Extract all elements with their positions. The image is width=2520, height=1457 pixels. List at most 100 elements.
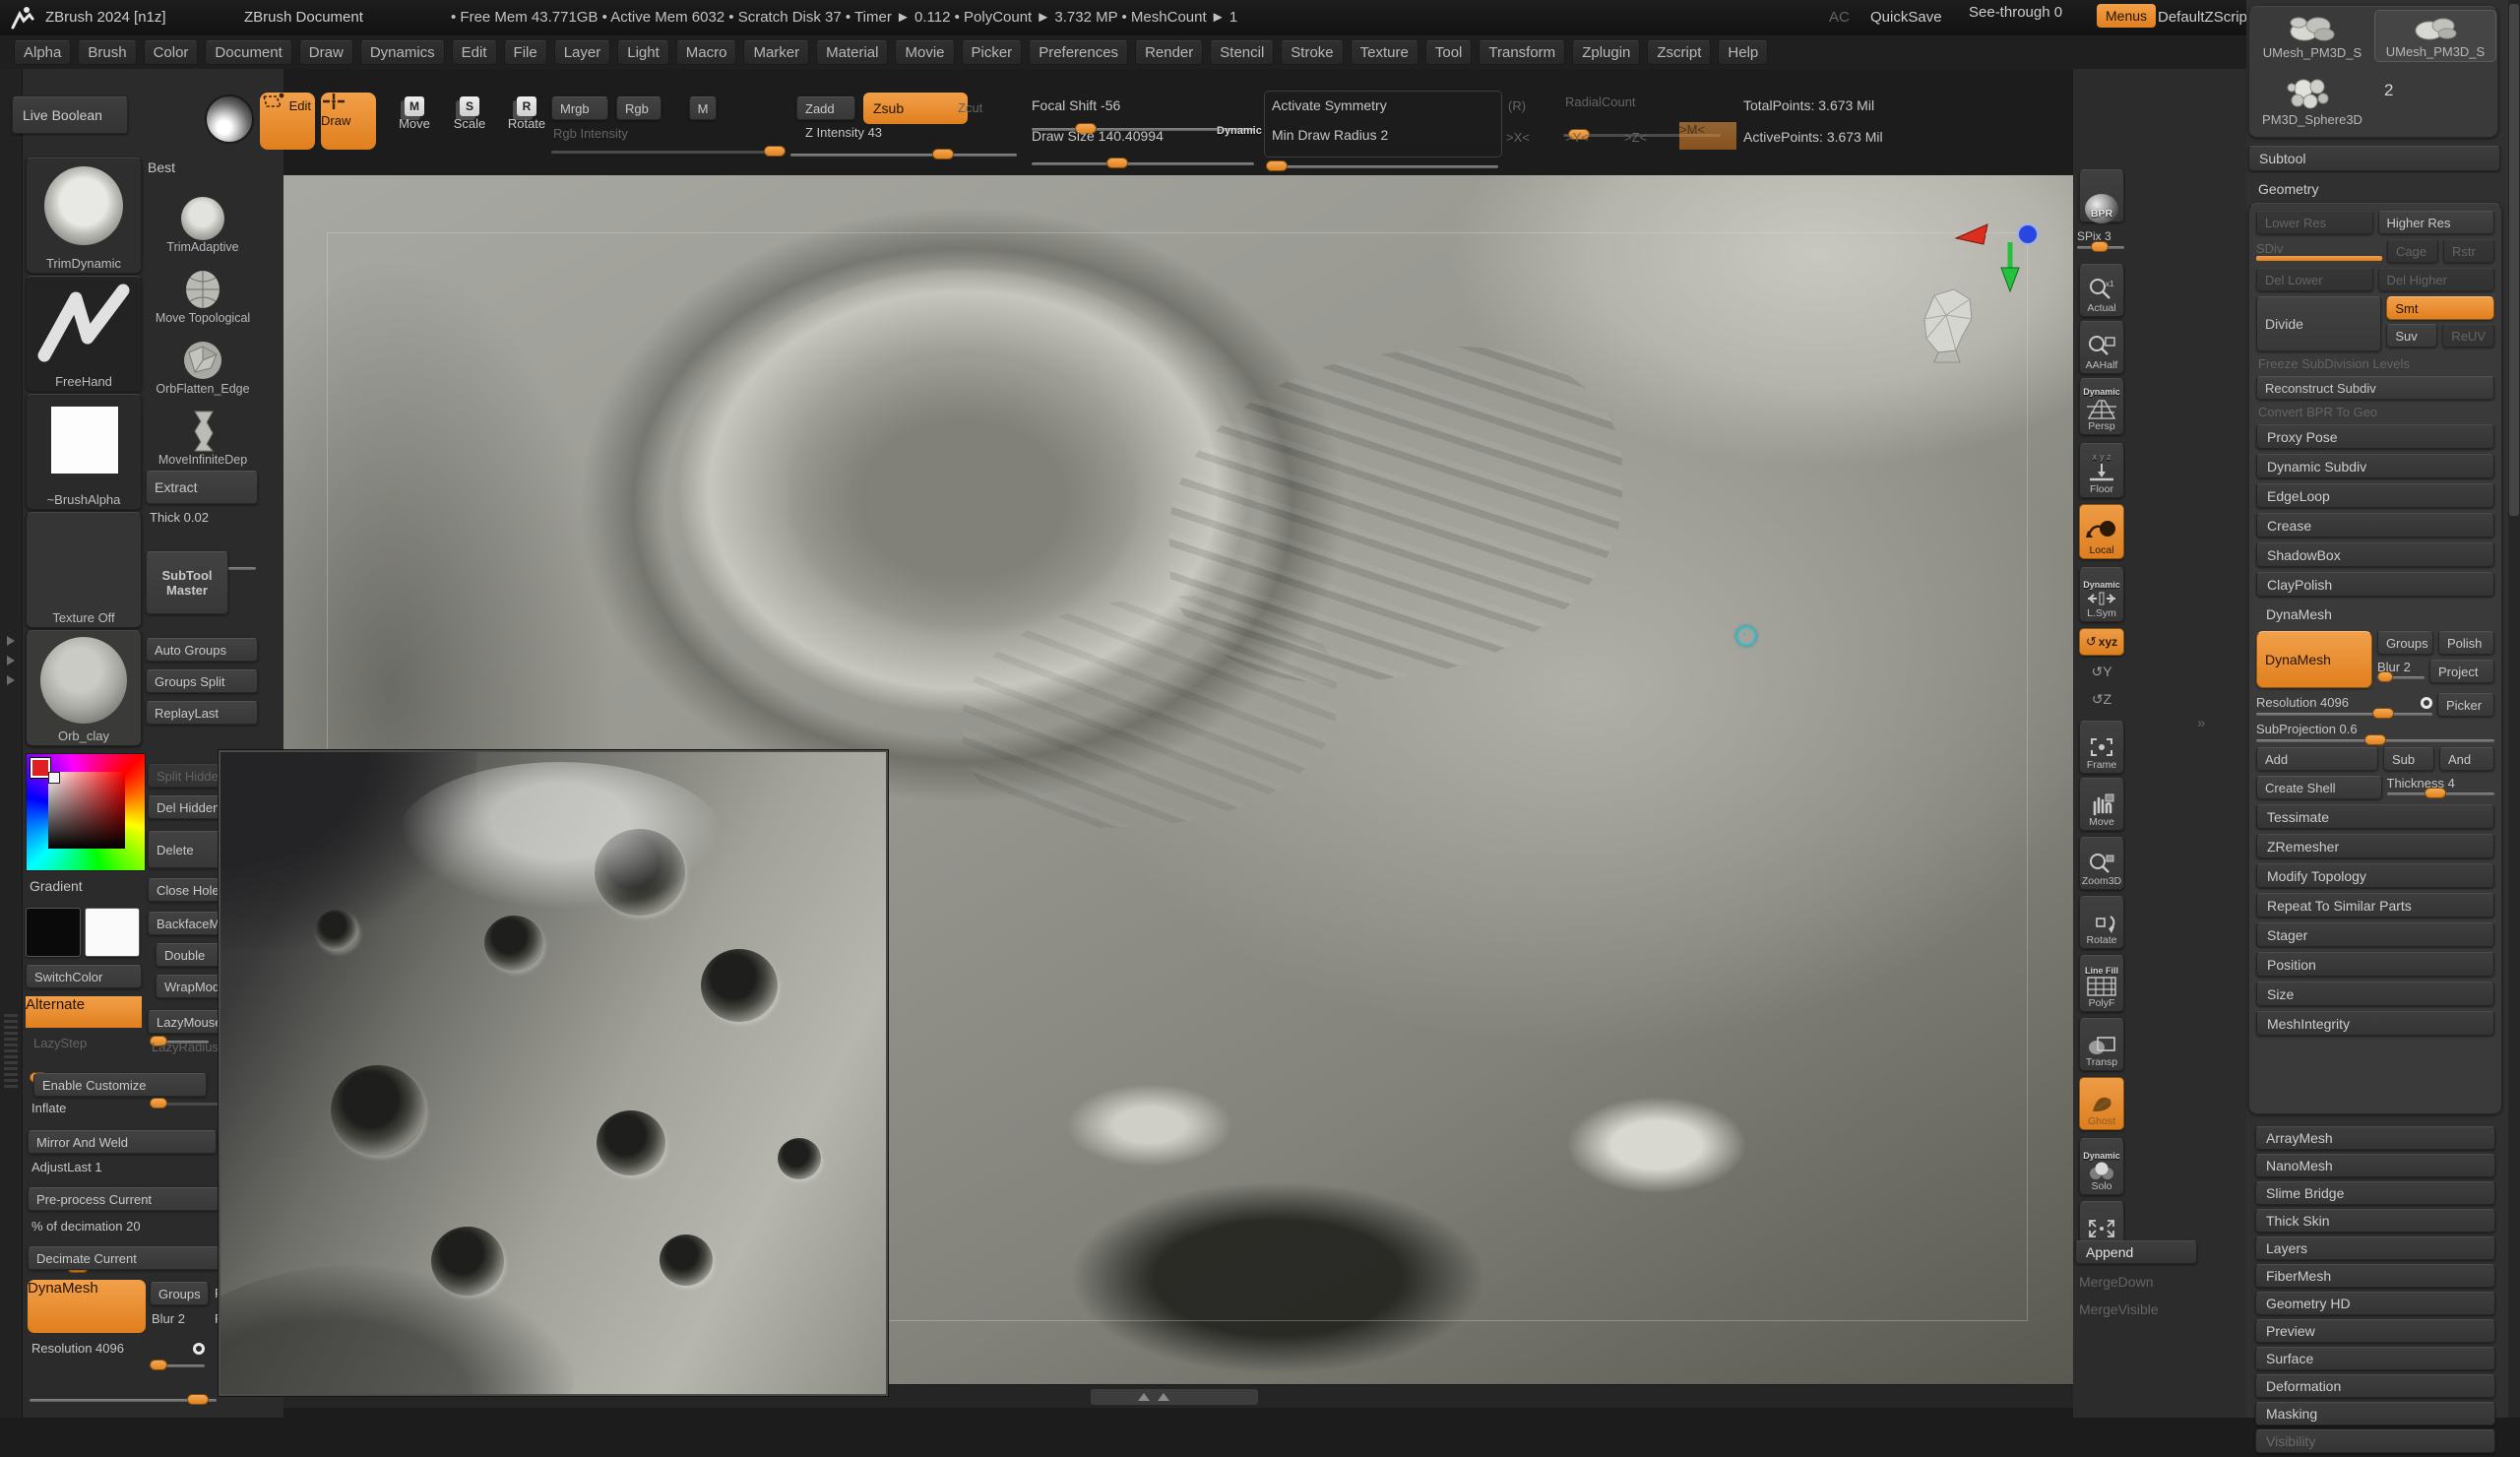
dynamesh-groups-toggle[interactable]: Groups: [2377, 631, 2433, 655]
section-nanomesh[interactable]: NanoMesh: [2255, 1154, 2495, 1177]
resolution-slider-left[interactable]: [30, 1399, 217, 1402]
right-panel-scrollbar-thumb[interactable]: [2509, 4, 2519, 516]
zsub-toggle[interactable]: Zsub: [863, 93, 968, 124]
preprocess-current-button[interactable]: Pre-process Current: [28, 1187, 220, 1211]
zoom3d-button[interactable]: Zoom3D: [2079, 837, 2124, 890]
geometry-palette-header[interactable]: Geometry: [2248, 177, 2500, 201]
ghost-transparency-button[interactable]: Ghost: [2079, 1077, 2124, 1130]
section-layers[interactable]: Layers: [2255, 1236, 2495, 1260]
section-arraymesh[interactable]: ArrayMesh: [2255, 1126, 2495, 1150]
boolean-sub-toggle[interactable]: Sub: [2383, 747, 2434, 771]
m-toggle[interactable]: M: [689, 96, 717, 120]
brush-trimdynamic[interactable]: TrimDynamic: [26, 158, 142, 274]
lower-res-button[interactable]: Lower Res: [2256, 211, 2373, 234]
thickness-slider[interactable]: [2387, 792, 2495, 795]
radial-symmetry-toggle[interactable]: (R): [1508, 98, 1526, 113]
rgb-toggle[interactable]: Rgb: [616, 96, 662, 120]
subprojection-slider-group[interactable]: SubProjection 0.6: [2256, 722, 2494, 742]
subprojection-slider[interactable]: [2256, 739, 2494, 742]
frame-button[interactable]: Frame: [2079, 721, 2124, 774]
merge-down-button[interactable]: MergeDown: [2079, 1274, 2153, 1290]
local-transform-button[interactable]: Local: [2079, 504, 2124, 559]
section-edgeloop[interactable]: EdgeLoop: [2256, 483, 2494, 508]
replay-last-button[interactable]: ReplayLast: [146, 701, 258, 725]
del-lower-button[interactable]: Del Lower: [2256, 268, 2373, 291]
z-intensity-slider[interactable]: [790, 154, 1017, 157]
rstr-toggle[interactable]: Rstr: [2443, 239, 2494, 263]
section-stager[interactable]: Stager: [2256, 922, 2494, 947]
move-canvas-button[interactable]: Move: [2079, 778, 2124, 831]
menu-render[interactable]: Render: [1135, 40, 1203, 65]
brush-move-topological[interactable]: Move Topological: [148, 268, 258, 325]
resolution-handle[interactable]: [2372, 708, 2394, 719]
tool-slot-2-selected[interactable]: UMesh_PM3D_S: [2374, 10, 2496, 62]
mirror-and-weld-button[interactable]: Mirror And Weld: [28, 1130, 217, 1154]
menu-color[interactable]: Color: [144, 40, 199, 65]
dynamesh-blur-handle[interactable]: [2377, 671, 2393, 682]
menu-stencil[interactable]: Stencil: [1210, 40, 1274, 65]
section-repeat-similar[interactable]: Repeat To Similar Parts: [2256, 893, 2494, 918]
section-size[interactable]: Size: [2256, 982, 2494, 1006]
menu-movie[interactable]: Movie: [895, 40, 954, 65]
left-tray-edge[interactable]: [0, 69, 23, 1418]
alpha-brushalpha[interactable]: ~BrushAlpha: [26, 394, 142, 510]
section-slime-bridge[interactable]: Slime Bridge: [2255, 1181, 2495, 1205]
section-visibility[interactable]: Visibility: [2255, 1429, 2495, 1453]
create-shell-button[interactable]: Create Shell: [2256, 776, 2382, 799]
higher-res-button[interactable]: Higher Res: [2378, 211, 2495, 234]
rotate-xyz-toggle[interactable]: ↺ xyz: [2079, 628, 2124, 656]
aahalf-button[interactable]: AAHalf: [2079, 321, 2124, 374]
dynamesh-blur-handle-left[interactable]: [150, 1360, 167, 1370]
dynamic-draw-size-toggle[interactable]: Dynamic: [1217, 127, 1262, 136]
color-picker-hue-cursor[interactable]: [31, 758, 50, 778]
thickness-slider-group[interactable]: Thickness 4: [2387, 776, 2495, 799]
right-panel-scrollbar[interactable]: [2508, 0, 2520, 1418]
shelf-divider-arrow-icon[interactable]: »: [2197, 715, 2205, 731]
menu-tool[interactable]: Tool: [1425, 40, 1473, 65]
subprojection-handle[interactable]: [2364, 734, 2386, 745]
dynamesh-button[interactable]: DynaMesh: [2256, 631, 2372, 688]
rgb-intensity-handle[interactable]: [764, 146, 786, 157]
dynamesh-button-left[interactable]: DynaMesh: [28, 1280, 146, 1333]
menu-marker[interactable]: Marker: [743, 40, 809, 65]
section-geometry-hd[interactable]: Geometry HD: [2255, 1292, 2495, 1315]
spix-slider-group[interactable]: SPix 3: [2077, 228, 2126, 249]
move-mode-button[interactable]: M Move: [392, 96, 437, 131]
enable-customize-button[interactable]: Enable Customize: [33, 1073, 207, 1097]
alternate-toggle[interactable]: Alternate: [26, 996, 142, 1028]
lsym-button[interactable]: Dynamic L.Sym: [2079, 567, 2124, 622]
rgb-intensity-slider[interactable]: [551, 151, 784, 154]
draw-size-slider[interactable]: [1032, 162, 1254, 165]
color-picker[interactable]: [26, 753, 146, 871]
freeze-subdivision-toggle[interactable]: Freeze SubDivision Levels: [2256, 356, 2410, 371]
auto-groups-button[interactable]: Auto Groups: [146, 638, 258, 662]
menu-stroke[interactable]: Stroke: [1281, 40, 1343, 65]
quicksave-button[interactable]: QuickSave: [1870, 9, 1942, 26]
menu-material[interactable]: Material: [816, 40, 888, 65]
persp-dynamic-toggle[interactable]: Dynamic: [2083, 388, 2120, 397]
symmetry-m-toggle[interactable]: >M<: [1679, 122, 1736, 150]
boolean-and-toggle[interactable]: And: [2439, 747, 2494, 771]
menu-layer[interactable]: Layer: [554, 40, 611, 65]
edit-mode-button[interactable]: Edit: [260, 93, 315, 150]
subtool-master-button[interactable]: SubTool Master: [146, 551, 228, 614]
section-fibermesh[interactable]: FiberMesh: [2255, 1264, 2495, 1288]
divide-button[interactable]: Divide: [2256, 296, 2381, 351]
menu-preferences[interactable]: Preferences: [1029, 40, 1128, 65]
section-modify-topology[interactable]: Modify Topology: [2256, 863, 2494, 888]
floor-grid-button[interactable]: x y z Floor: [2079, 443, 2124, 498]
cage-button[interactable]: Cage: [2387, 239, 2438, 263]
menu-brush[interactable]: Brush: [78, 40, 136, 65]
section-dynamic-subdiv[interactable]: Dynamic Subdiv: [2256, 454, 2494, 478]
min-draw-radius-slider[interactable]: [1266, 165, 1498, 168]
scale-mode-button[interactable]: S Scale: [447, 96, 492, 131]
reconstruct-subdiv-button[interactable]: Reconstruct Subdiv: [2256, 376, 2494, 400]
z-intensity-handle[interactable]: [932, 149, 954, 159]
rotate-y-toggle[interactable]: ↺Y: [2087, 664, 2116, 680]
groups-split-button[interactable]: Groups Split: [146, 669, 258, 693]
reuv-button[interactable]: ReUV: [2442, 324, 2494, 348]
section-shadowbox[interactable]: ShadowBox: [2256, 542, 2494, 567]
menu-picker[interactable]: Picker: [962, 40, 1023, 65]
texture-off[interactable]: Texture Off: [26, 512, 142, 628]
section-dynamesh-header[interactable]: DynaMesh: [2256, 602, 2494, 626]
